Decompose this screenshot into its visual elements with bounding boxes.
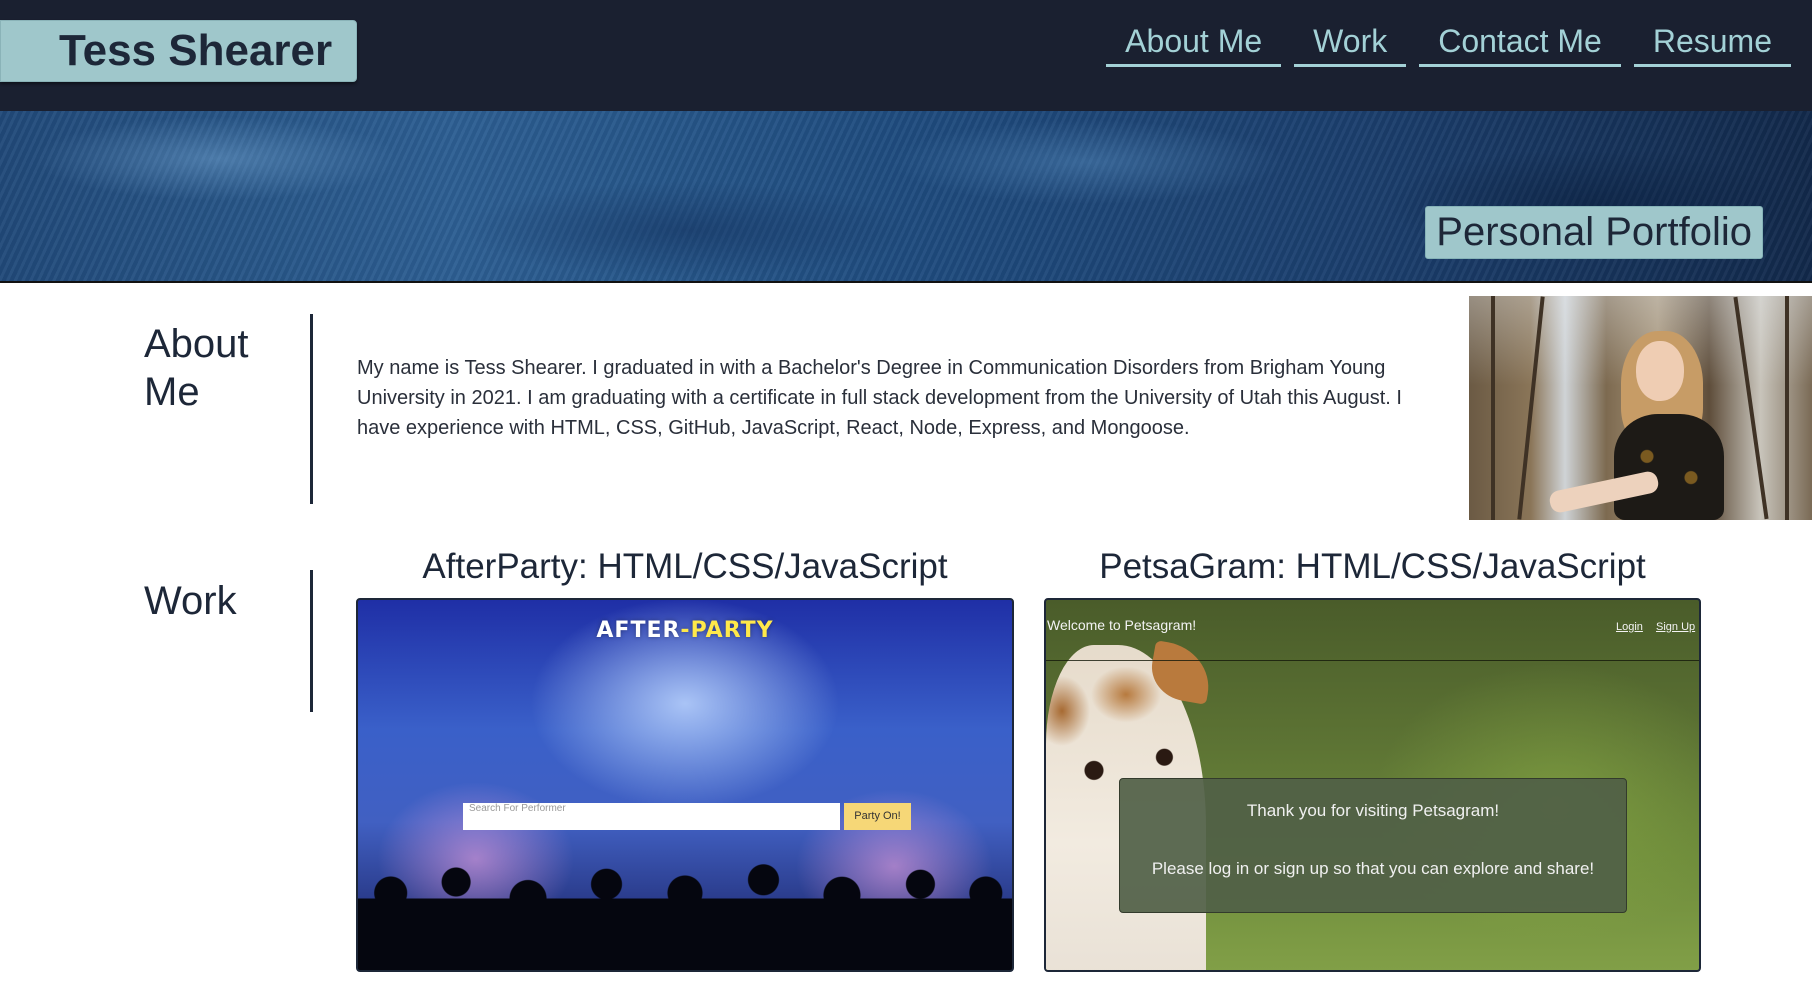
hero-subtitle: Personal Portfolio	[1425, 206, 1763, 259]
nav-about-me[interactable]: About Me	[1106, 20, 1282, 67]
site-title[interactable]: Tess Shearer	[0, 20, 357, 82]
project-card-petsagram[interactable]: Welcome to Petsagram! Login Sign Up Than…	[1044, 598, 1701, 972]
nav-contact-me[interactable]: Contact Me	[1419, 20, 1621, 67]
crowd-silhouette	[358, 860, 1012, 970]
nav-resume[interactable]: Resume	[1633, 20, 1791, 67]
nav-work[interactable]: Work	[1294, 20, 1407, 67]
project-title-afterparty: AfterParty: HTML/CSS/JavaScript	[422, 547, 948, 586]
main-nav: About Me Work Contact Me Resume	[1106, 20, 1791, 67]
petsagram-site-title: Welcome to Petsagram!	[1047, 617, 1197, 633]
afterparty-logo: AFTER-PARTY	[596, 618, 774, 643]
about-heading: About Me	[144, 322, 249, 414]
petsagram-signup-link: Sign Up	[1656, 621, 1696, 633]
petsagram-navbar: Welcome to Petsagram! Login Sign Up	[1046, 600, 1699, 661]
petsagram-welcome-modal: Thank you for visiting Petsagram! Please…	[1119, 778, 1627, 913]
work-divider	[310, 570, 313, 712]
about-divider	[310, 314, 313, 504]
about-text: My name is Tess Shearer. I graduated in …	[357, 357, 1402, 439]
profile-photo	[1469, 296, 1812, 520]
site-header: Tess Shearer About Me Work Contact Me Re…	[0, 0, 1812, 111]
hero-banner: Personal Portfolio	[0, 111, 1812, 283]
petsagram-login-link: Login	[1616, 621, 1643, 633]
work-heading: Work	[144, 579, 237, 623]
project-card-afterparty[interactable]: AFTER-PARTY Search For Performer Party O…	[356, 598, 1014, 972]
party-on-button: Party On!	[844, 803, 911, 830]
performer-search-input: Search For Performer	[463, 803, 840, 830]
project-title-petsagram: PetsaGram: HTML/CSS/JavaScript	[1099, 547, 1646, 586]
